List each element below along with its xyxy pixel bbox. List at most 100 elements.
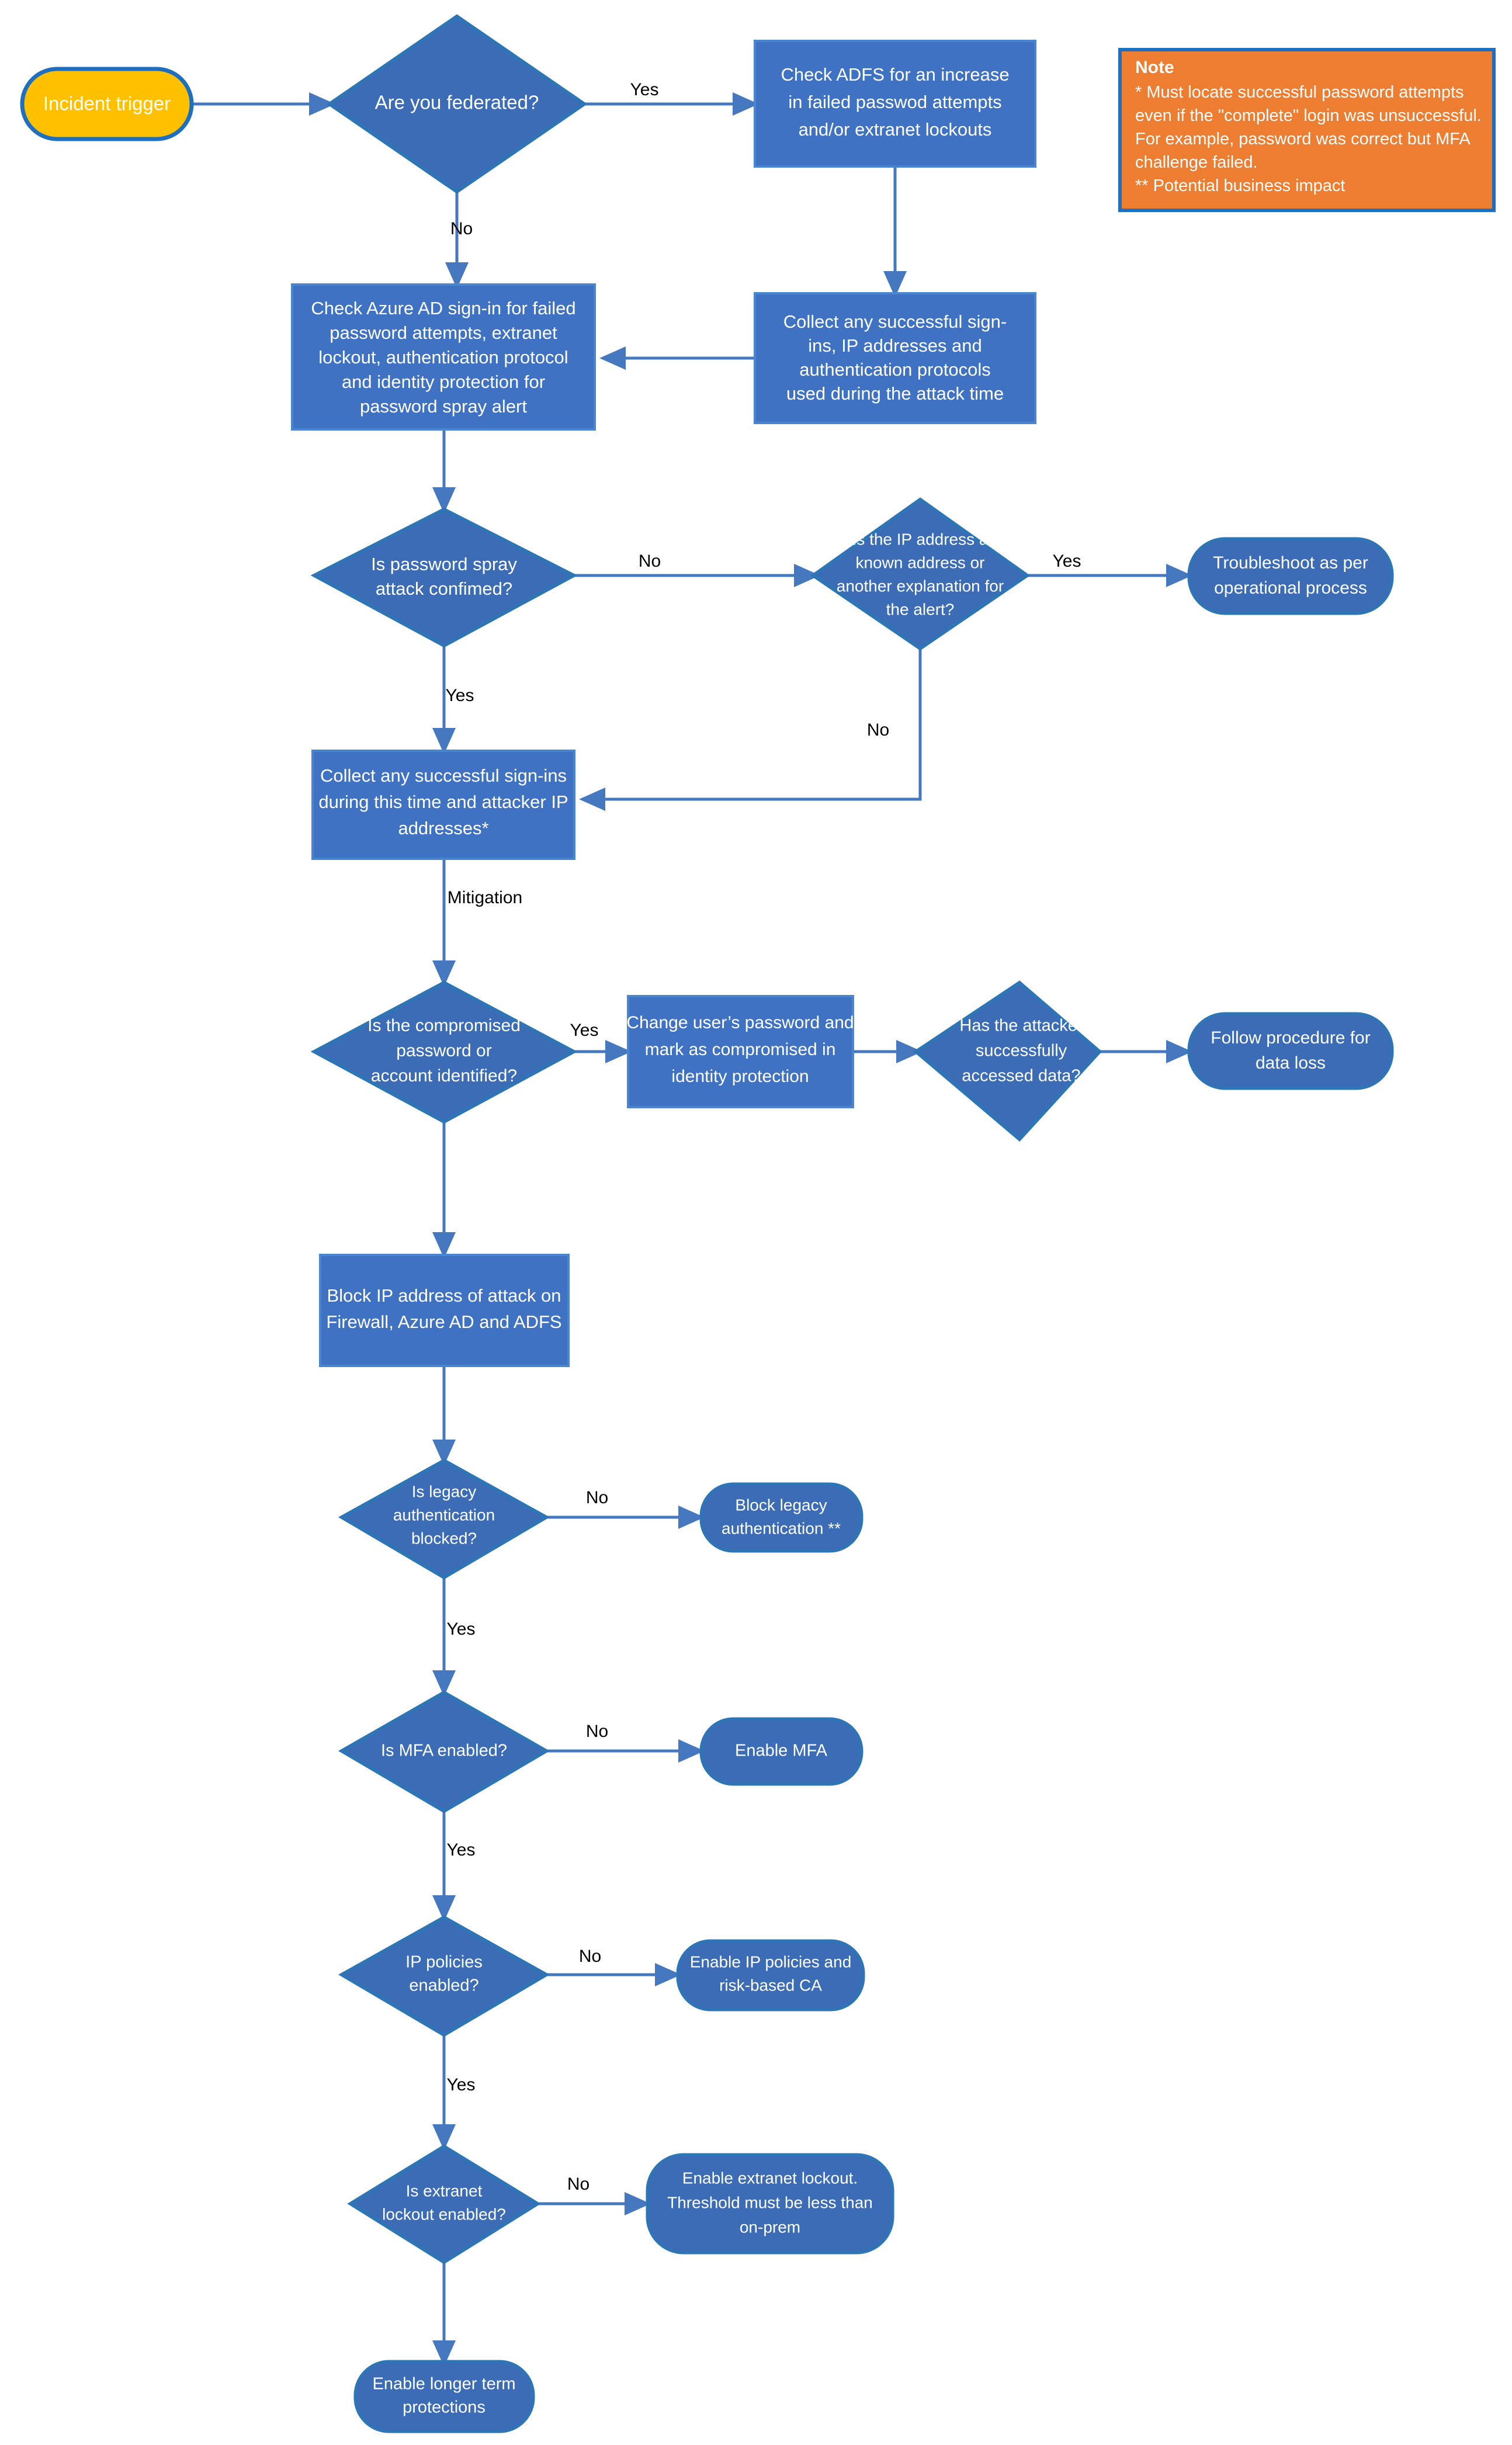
edge-label-legacy-yes: Yes [447,1619,476,1639]
node-collect-signins-attacker-ip[interactable]: Collect any successful sign-ins during t… [311,750,575,860]
edge-label-mfa-yes: Yes [447,1840,476,1860]
node-is-ip-known-address-line-4: the alert? [886,600,955,618]
node-are-you-federated[interactable]: Are you federated? [326,14,588,194]
node-enable-longer-term-line-1: Enable longer term [372,2375,515,2394]
node-is-mfa-enabled-label: Is MFA enabled? [381,1742,507,1760]
node-are-you-federated-label: Are you federated? [375,92,539,113]
note-line-2: even if the "complete" login was unsucce… [1135,106,1482,125]
edge-label-mfa-no: No [586,1722,608,1741]
node-troubleshoot-operational[interactable]: Troubleshoot as per operational process [1187,537,1394,615]
node-check-azure-ad-signin-line-5: password spray alert [360,396,527,417]
edge-label-extranet-no: No [567,2175,589,2194]
node-troubleshoot-operational-line-1: Troubleshoot as per [1213,553,1368,573]
node-change-password-line-1: Change user’s password and [626,1013,854,1032]
node-is-ip-known-address-line-3: another explanation for [837,577,1004,595]
node-follow-data-loss-procedure[interactable]: Follow procedure for data loss [1187,1012,1394,1090]
edge-label-ip-no: No [867,720,889,740]
node-is-ip-known-address-line-2: known address or [855,553,984,571]
node-block-legacy-line-2: authentication ** [722,1519,841,1537]
edge-label-ip-yes: Yes [1053,552,1081,571]
edge-label-legacy-no: No [586,1488,608,1507]
node-enable-ip-policies[interactable]: Enable IP policies and risk-based CA [676,1939,865,2012]
node-enable-mfa-label: Enable MFA [735,1742,828,1760]
node-block-ip-address[interactable]: Block IP address of attack on Firewall, … [319,1254,570,1367]
flowchart-canvas: Incident trigger Are you federated? Chec… [0,0,1512,2445]
node-check-azure-ad-signin-line-1: Check Azure AD sign-in for failed [311,298,575,318]
node-collect-signins-attacker-ip-line-1: Collect any successful sign-ins [320,765,567,786]
edge-label-compromised-yes: Yes [570,1021,599,1040]
node-is-legacy-line-1: Is legacy [412,1482,477,1500]
node-ip-policies-enabled[interactable]: IP policies enabled? [338,1915,550,2037]
node-enable-mfa[interactable]: Enable MFA [699,1717,863,1786]
node-is-mfa-enabled[interactable]: Is MFA enabled? [338,1690,550,1813]
node-is-compromised-account-identified[interactable]: Is the compromised password or account i… [310,980,578,1124]
node-check-adfs-line-2: in failed passwod attempts [788,92,1001,112]
node-is-compromised-account-identified-line-1: Is the compromised [367,1016,521,1035]
node-follow-data-loss-line-2: data loss [1256,1053,1326,1073]
note-line-4: challenge failed. [1135,153,1258,172]
node-ip-policies-line-1: IP policies [405,1953,483,1972]
node-check-azure-ad-signin-line-2: password attempts, extranet [330,322,557,343]
node-collect-signins-attacker-ip-line-3: addresses* [398,818,488,838]
node-is-legacy-line-2: authentication [393,1506,495,1524]
node-is-extranet-line-1: Is extranet [406,2182,483,2200]
node-has-attacker-line-1: Has the attacker [959,1017,1083,1035]
node-ip-policies-line-2: enabled? [409,1976,478,1995]
node-is-extranet-line-2: lockout enabled? [382,2205,506,2223]
node-is-ip-known-address[interactable]: Is the IP address a known address or ano… [810,497,1031,651]
node-has-attacker-line-2: successfully [976,1042,1067,1060]
node-has-attacker-line-3: accessed data? [962,1067,1080,1085]
note-line-5: ** Potential business impact [1135,176,1345,195]
node-enable-extranet-line-1: Enable extranet lockout. [682,2169,858,2187]
node-is-password-spray-confirmed-line-2: attack confimed? [376,578,512,599]
node-is-password-spray-confirmed-line-1: Is password spray [371,554,517,574]
edge-label-spray-no: No [639,552,661,571]
node-check-adfs-line-1: Check ADFS for an increase [781,64,1009,85]
node-enable-ip-policies-line-1: Enable IP policies and [690,1952,852,1971]
note-title: Note [1135,58,1174,77]
node-check-azure-ad-signin[interactable]: Check Azure AD sign-in for failed passwo… [291,283,596,431]
edge-label-ippol-yes: Yes [447,2075,476,2094]
note-line-3: For example, password was correct but MF… [1135,130,1471,148]
node-enable-longer-term-line-2: protections [403,2398,485,2417]
node-block-legacy-line-1: Block legacy [735,1496,827,1514]
node-collect-signins-attack-time[interactable]: Collect any successful sign- ins, IP add… [754,292,1036,424]
node-change-password-mark-compromised[interactable]: Change user’s password and mark as compr… [626,995,854,1108]
node-enable-extranet-line-2: Threshold must be less than [667,2193,873,2211]
node-change-password-line-3: identity protection [671,1067,809,1086]
node-collect-signins-attack-time-line-1: Collect any successful sign- [783,311,1007,332]
node-collect-signins-attacker-ip-line-2: during this time and attacker IP [318,792,568,812]
node-collect-signins-attack-time-line-2: ins, IP addresses and [808,335,982,356]
edge-label-federated-no: No [450,219,473,238]
node-follow-data-loss-line-1: Follow procedure for [1211,1028,1370,1048]
node-is-compromised-account-identified-line-3: account identified? [371,1066,517,1085]
node-block-legacy-authentication[interactable]: Block legacy authentication ** [699,1482,863,1553]
node-collect-signins-attack-time-line-3: authentication protocols [799,359,990,380]
node-check-adfs-line-3: and/or extranet lockouts [799,119,992,140]
node-is-ip-known-address-line-1: Is the IP address a [852,530,989,548]
node-is-compromised-account-identified-line-2: password or [396,1041,491,1060]
node-is-password-spray-confirmed[interactable]: Is password spray attack confimed? [310,507,578,648]
node-is-extranet-lockout-enabled[interactable]: Is extranet lockout enabled? [347,2144,541,2264]
node-check-adfs[interactable]: Check ADFS for an increase in failed pas… [754,40,1036,168]
node-check-azure-ad-signin-line-3: lockout, authentication protocol [318,347,568,367]
node-enable-longer-term-protections[interactable]: Enable longer term protections [353,2360,535,2433]
node-enable-extranet-lockout[interactable]: Enable extranet lockout. Threshold must … [646,2153,894,2255]
node-troubleshoot-operational-line-2: operational process [1214,578,1367,598]
node-is-legacy-line-3: blocked? [411,1529,477,1547]
node-enable-ip-policies-line-2: risk-based CA [719,1976,822,1994]
node-is-legacy-auth-blocked[interactable]: Is legacy authentication blocked? [338,1458,550,1580]
node-change-password-line-2: mark as compromised in [645,1040,836,1059]
node-incident-trigger[interactable]: Incident trigger [20,67,194,141]
edge-label-spray-yes: Yes [446,686,474,705]
node-enable-extranet-line-3: on-prem [740,2218,800,2236]
edge-label-federated-yes: Yes [630,80,659,99]
node-check-azure-ad-signin-line-4: and identity protection for [342,372,545,392]
note-box: Note * Must locate successful password a… [1118,48,1496,212]
node-incident-trigger-label: Incident trigger [43,93,171,115]
edge-label-ippol-no: No [579,1947,601,1966]
node-collect-signins-attack-time-line-4: used during the attack time [786,383,1004,404]
node-block-ip-line-1: Block IP address of attack on [327,1285,561,1306]
node-has-attacker-accessed-data[interactable]: Has the attacker successfully accessed d… [913,980,1102,1142]
edge-label-collect-mitigation: Mitigation [448,888,522,907]
